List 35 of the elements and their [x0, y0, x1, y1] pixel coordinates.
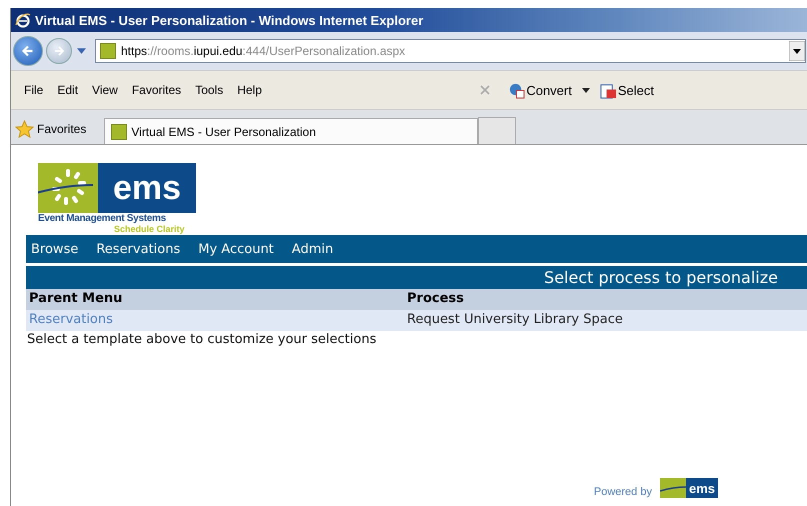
- browser-logo-icon: [15, 12, 31, 28]
- menu-item[interactable]: Favorites: [126, 83, 190, 97]
- document-icon: [600, 82, 617, 98]
- forward-button[interactable]: [46, 38, 72, 64]
- caret-icon[interactable]: [582, 88, 590, 92]
- window-title: Virtual EMS - User Personalization - Windows Internet Explorer: [35, 12, 424, 28]
- dropdown-icon[interactable]: [789, 41, 805, 61]
- ems-logo: ems: [660, 478, 718, 498]
- section-title: Select process to personalize: [544, 268, 778, 287]
- powered-by-text: Powered by: [594, 486, 652, 498]
- hint-text: Select a template above to customize your selections: [26, 331, 378, 348]
- menu-item[interactable]: Edit: [52, 83, 88, 97]
- select-button[interactable]: Select: [596, 82, 658, 98]
- column-header: Process: [404, 289, 807, 310]
- menu-item[interactable]: Help: [232, 83, 271, 97]
- browser-tab[interactable]: Virtual EMS - User Personalization: [104, 118, 478, 144]
- nav-link[interactable]: Browse: [31, 242, 78, 256]
- column-header: Parent Menu: [26, 289, 404, 310]
- logo-slogan: Schedule Clarity: [114, 224, 185, 234]
- star-icon: [15, 120, 34, 138]
- logo-tagline: Event Management Systems: [38, 213, 166, 224]
- back-button[interactable]: [13, 36, 43, 66]
- favorites-button[interactable]: Favorites: [11, 114, 90, 144]
- convert-icon: [508, 82, 526, 98]
- menu-item[interactable]: File: [19, 83, 52, 97]
- address-field[interactable]: https://rooms.iupui.edu:444/UserPersonalization.aspx: [95, 39, 806, 63]
- menu-item[interactable]: View: [87, 83, 127, 97]
- menu-item[interactable]: Tools: [190, 83, 232, 97]
- nav-link[interactable]: Reservations: [96, 242, 180, 256]
- site-icon: [100, 43, 116, 59]
- nav-link[interactable]: Admin: [292, 242, 334, 256]
- nav-link[interactable]: My Account: [198, 242, 274, 256]
- convert-button[interactable]: Convert: [504, 82, 576, 98]
- ems-logo: ems: [38, 163, 196, 213]
- table-cell: Request University Library Space: [404, 310, 807, 331]
